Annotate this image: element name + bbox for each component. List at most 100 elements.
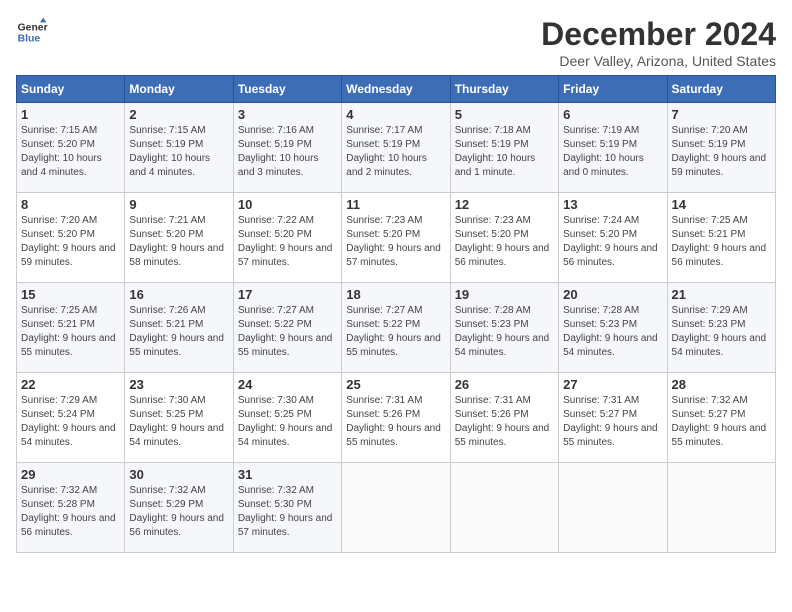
day-number: 27 (563, 377, 662, 392)
day-detail: Sunrise: 7:27 AMSunset: 5:22 PMDaylight:… (346, 305, 441, 358)
day-detail: Sunrise: 7:22 AMSunset: 5:20 PMDaylight:… (238, 215, 333, 268)
day-of-week-header: Friday (559, 76, 667, 103)
day-detail: Sunrise: 7:24 AMSunset: 5:20 PMDaylight:… (563, 215, 658, 268)
day-number: 4 (346, 107, 445, 122)
day-number: 25 (346, 377, 445, 392)
day-detail: Sunrise: 7:25 AMSunset: 5:21 PMDaylight:… (672, 215, 767, 268)
day-detail: Sunrise: 7:29 AMSunset: 5:24 PMDaylight:… (21, 395, 116, 448)
calendar-cell: 15 Sunrise: 7:25 AMSunset: 5:21 PMDayligh… (17, 283, 125, 373)
day-detail: Sunrise: 7:28 AMSunset: 5:23 PMDaylight:… (563, 305, 658, 358)
day-number: 16 (129, 287, 228, 302)
calendar-week-row: 15 Sunrise: 7:25 AMSunset: 5:21 PMDayligh… (17, 283, 776, 373)
day-number: 8 (21, 197, 120, 212)
day-number: 31 (238, 467, 337, 482)
day-detail: Sunrise: 7:17 AMSunset: 5:19 PMDaylight:… (346, 125, 427, 178)
calendar-cell: 21Sunrise: 7:29 AMSunset: 5:23 PMDayligh… (667, 283, 775, 373)
calendar-cell: 12 Sunrise: 7:23 AMSunset: 5:20 PMDayligh… (450, 193, 558, 283)
calendar-cell: 28 Sunrise: 7:32 AMSunset: 5:27 PMDayligh… (667, 373, 775, 463)
day-number: 6 (563, 107, 662, 122)
calendar-cell: 14 Sunrise: 7:25 AMSunset: 5:21 PMDayligh… (667, 193, 775, 283)
day-number: 14 (672, 197, 771, 212)
day-detail: Sunrise: 7:27 AMSunset: 5:22 PMDaylight:… (238, 305, 333, 358)
day-detail: Sunrise: 7:26 AMSunset: 5:21 PMDaylight:… (129, 305, 224, 358)
calendar-cell: 11Sunrise: 7:23 AMSunset: 5:20 PMDayligh… (342, 193, 450, 283)
day-number: 13 (563, 197, 662, 212)
day-of-week-header: Saturday (667, 76, 775, 103)
calendar-cell: 16 Sunrise: 7:26 AMSunset: 5:21 PMDayligh… (125, 283, 233, 373)
day-number: 7 (672, 107, 771, 122)
calendar-cell: 30 Sunrise: 7:32 AMSunset: 5:29 PMDayligh… (125, 463, 233, 553)
calendar-cell (450, 463, 558, 553)
day-number: 28 (672, 377, 771, 392)
logo: General Blue (16, 16, 48, 48)
day-detail: Sunrise: 7:30 AMSunset: 5:25 PMDaylight:… (129, 395, 224, 448)
day-detail: Sunrise: 7:32 AMSunset: 5:29 PMDaylight:… (129, 485, 224, 538)
day-of-week-header: Wednesday (342, 76, 450, 103)
day-detail: Sunrise: 7:32 AMSunset: 5:30 PMDaylight:… (238, 485, 333, 538)
day-of-week-header: Sunday (17, 76, 125, 103)
day-detail: Sunrise: 7:20 AMSunset: 5:19 PMDaylight:… (672, 125, 767, 178)
day-number: 29 (21, 467, 120, 482)
calendar-cell: 13 Sunrise: 7:24 AMSunset: 5:20 PMDayligh… (559, 193, 667, 283)
day-number: 15 (21, 287, 120, 302)
day-of-week-header: Tuesday (233, 76, 341, 103)
calendar-week-row: 1 Sunrise: 7:15 AMSunset: 5:20 PMDaylight… (17, 103, 776, 193)
calendar-cell: 29Sunrise: 7:32 AMSunset: 5:28 PMDayligh… (17, 463, 125, 553)
day-number: 5 (455, 107, 554, 122)
day-detail: Sunrise: 7:31 AMSunset: 5:27 PMDaylight:… (563, 395, 658, 448)
header: General Blue December 2024 Deer Valley, … (16, 16, 776, 69)
calendar-cell: 20 Sunrise: 7:28 AMSunset: 5:23 PMDayligh… (559, 283, 667, 373)
day-detail: Sunrise: 7:25 AMSunset: 5:21 PMDaylight:… (21, 305, 116, 358)
calendar-cell: 18 Sunrise: 7:27 AMSunset: 5:22 PMDayligh… (342, 283, 450, 373)
calendar-cell: 7 Sunrise: 7:20 AMSunset: 5:19 PMDaylight… (667, 103, 775, 193)
calendar-cell: 24 Sunrise: 7:30 AMSunset: 5:25 PMDayligh… (233, 373, 341, 463)
calendar-cell (667, 463, 775, 553)
day-detail: Sunrise: 7:15 AMSunset: 5:20 PMDaylight:… (21, 125, 102, 178)
day-detail: Sunrise: 7:18 AMSunset: 5:19 PMDaylight:… (455, 125, 536, 178)
day-number: 23 (129, 377, 228, 392)
title-area: December 2024 Deer Valley, Arizona, Unit… (541, 16, 776, 69)
calendar-week-row: 8Sunrise: 7:20 AMSunset: 5:20 PMDaylight… (17, 193, 776, 283)
calendar-cell (559, 463, 667, 553)
calendar-cell: 8Sunrise: 7:20 AMSunset: 5:20 PMDaylight… (17, 193, 125, 283)
day-number: 18 (346, 287, 445, 302)
day-number: 24 (238, 377, 337, 392)
day-number: 10 (238, 197, 337, 212)
calendar-cell: 4 Sunrise: 7:17 AMSunset: 5:19 PMDaylight… (342, 103, 450, 193)
day-detail: Sunrise: 7:32 AMSunset: 5:27 PMDaylight:… (672, 395, 767, 448)
calendar-cell: 22 Sunrise: 7:29 AMSunset: 5:24 PMDayligh… (17, 373, 125, 463)
day-detail: Sunrise: 7:23 AMSunset: 5:20 PMDaylight:… (455, 215, 550, 268)
day-number: 12 (455, 197, 554, 212)
day-number: 20 (563, 287, 662, 302)
day-number: 1 (21, 107, 120, 122)
calendar-cell: 2Sunrise: 7:15 AMSunset: 5:19 PMDaylight… (125, 103, 233, 193)
day-detail: Sunrise: 7:19 AMSunset: 5:19 PMDaylight:… (563, 125, 644, 178)
day-detail: Sunrise: 7:29 AMSunset: 5:23 PMDaylight:… (672, 305, 767, 358)
calendar-cell: 5 Sunrise: 7:18 AMSunset: 5:19 PMDaylight… (450, 103, 558, 193)
calendar-cell: 17 Sunrise: 7:27 AMSunset: 5:22 PMDayligh… (233, 283, 341, 373)
day-detail: Sunrise: 7:31 AMSunset: 5:26 PMDaylight:… (346, 395, 441, 448)
calendar-cell: 19Sunrise: 7:28 AMSunset: 5:23 PMDayligh… (450, 283, 558, 373)
day-detail: Sunrise: 7:31 AMSunset: 5:26 PMDaylight:… (455, 395, 550, 448)
calendar-cell (342, 463, 450, 553)
svg-text:General: General (18, 22, 48, 33)
day-number: 30 (129, 467, 228, 482)
day-number: 17 (238, 287, 337, 302)
day-number: 9 (129, 197, 228, 212)
calendar-cell: 23 Sunrise: 7:30 AMSunset: 5:25 PMDayligh… (125, 373, 233, 463)
day-number: 22 (21, 377, 120, 392)
day-number: 2 (129, 107, 228, 122)
calendar-cell: 25 Sunrise: 7:31 AMSunset: 5:26 PMDayligh… (342, 373, 450, 463)
svg-text:Blue: Blue (18, 34, 41, 45)
calendar-cell: 1 Sunrise: 7:15 AMSunset: 5:20 PMDaylight… (17, 103, 125, 193)
day-detail: Sunrise: 7:30 AMSunset: 5:25 PMDaylight:… (238, 395, 333, 448)
calendar-cell: 27 Sunrise: 7:31 AMSunset: 5:27 PMDayligh… (559, 373, 667, 463)
calendar-table: SundayMondayTuesdayWednesdayThursdayFrid… (16, 75, 776, 553)
calendar-week-row: 22 Sunrise: 7:29 AMSunset: 5:24 PMDayligh… (17, 373, 776, 463)
day-number: 3 (238, 107, 337, 122)
day-detail: Sunrise: 7:21 AMSunset: 5:20 PMDaylight:… (129, 215, 224, 268)
calendar-cell: 9 Sunrise: 7:21 AMSunset: 5:20 PMDaylight… (125, 193, 233, 283)
logo-icon: General Blue (16, 16, 48, 48)
calendar-cell: 26Sunrise: 7:31 AMSunset: 5:26 PMDayligh… (450, 373, 558, 463)
calendar-cell: 31 Sunrise: 7:32 AMSunset: 5:30 PMDayligh… (233, 463, 341, 553)
